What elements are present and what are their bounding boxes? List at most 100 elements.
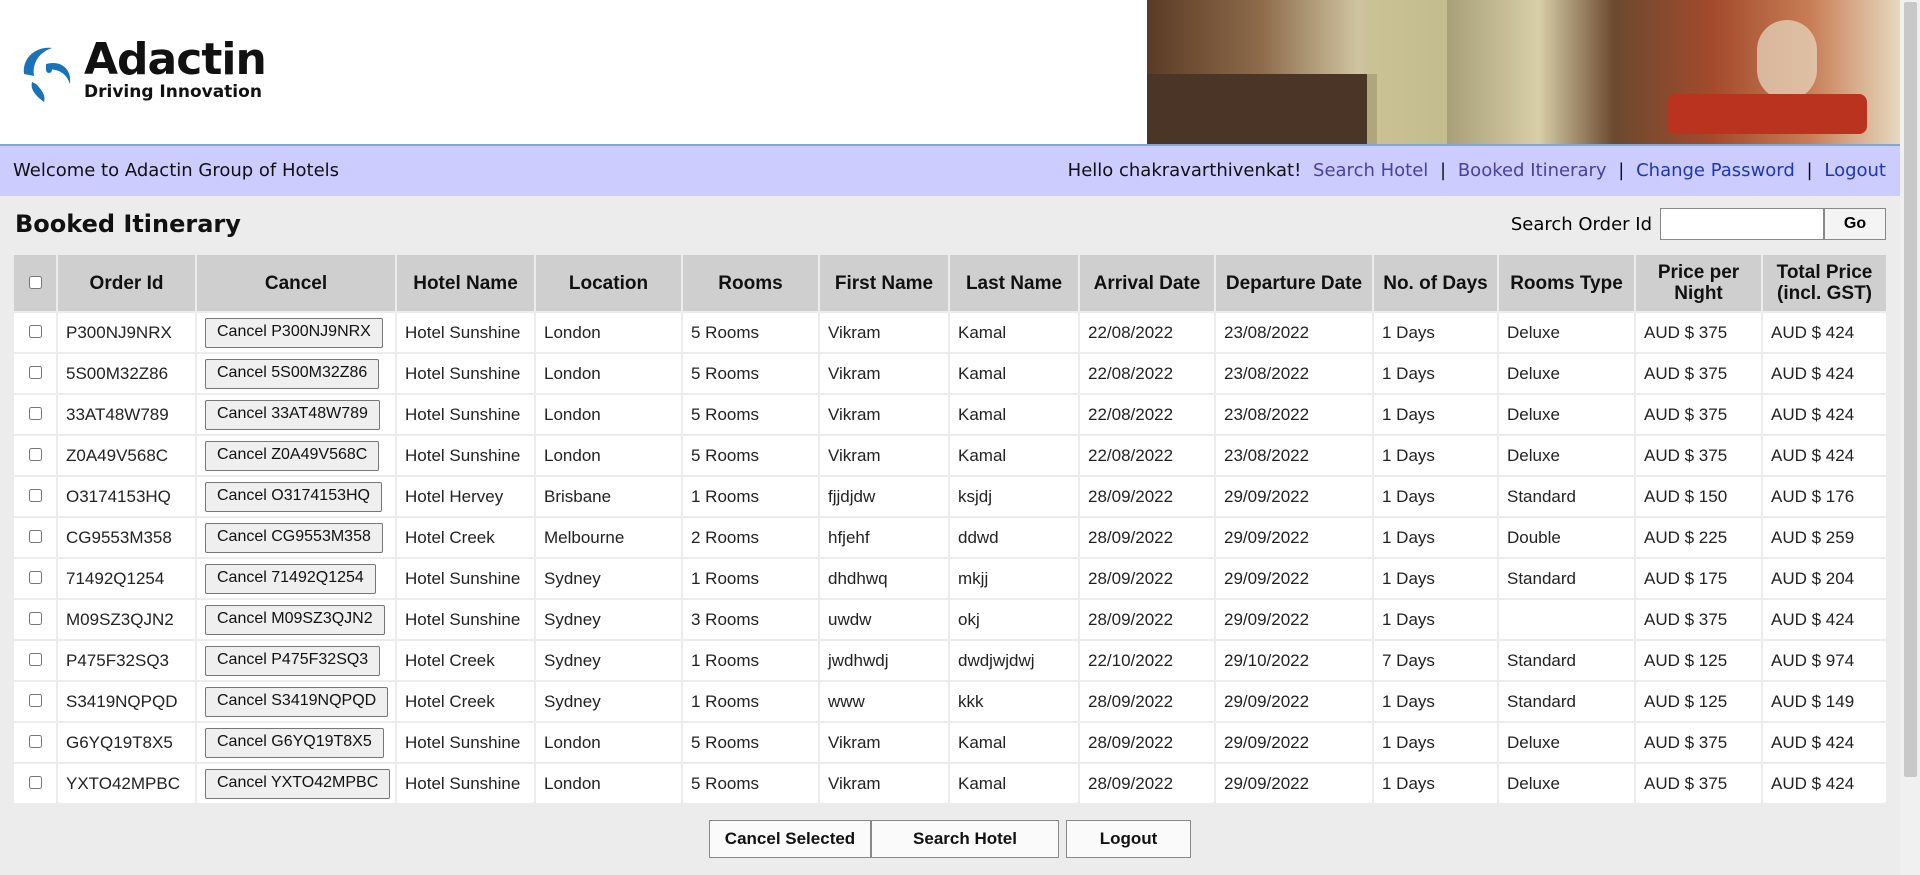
last-name-cell: kkk (949, 681, 1080, 723)
cancel-cell: Cancel P300NJ9NRX (196, 312, 397, 354)
price-per-night-cell: AUD $ 375 (1635, 599, 1763, 641)
departure-date-cell: 29/09/2022 (1215, 558, 1374, 600)
hotel-name-cell: Hotel Sunshine (396, 722, 536, 764)
search-go-button[interactable]: Go (1824, 208, 1886, 240)
row-select-cell (14, 435, 58, 477)
cancel-order-button[interactable]: Cancel YXTO42MPBC (205, 768, 391, 799)
nav-logout-link[interactable]: Logout (1824, 160, 1886, 181)
order-id-cell: P300NJ9NRX (57, 312, 197, 354)
row-select-checkbox[interactable] (28, 611, 42, 625)
logout-button[interactable]: Logout (1066, 820, 1191, 858)
row-select-cell (14, 640, 58, 682)
row-select-cell (14, 353, 58, 395)
col-rooms: Rooms (682, 255, 820, 313)
price-per-night-cell: AUD $ 375 (1635, 722, 1763, 764)
row-select-cell (14, 681, 58, 723)
days-cell: 1 Days (1373, 599, 1499, 641)
last-name-cell: Kamal (949, 763, 1080, 805)
hero-wall (1367, 0, 1447, 144)
nav-search-hotel-link[interactable]: Search Hotel (1313, 160, 1428, 181)
price-per-night-cell: AUD $ 125 (1635, 681, 1763, 723)
cancel-cell: Cancel S3419NQPQD (196, 681, 397, 723)
days-cell: 1 Days (1373, 435, 1499, 477)
arrival-date-cell: 28/09/2022 (1079, 517, 1216, 559)
cancel-cell: Cancel Z0A49V568C (196, 435, 397, 477)
arrival-date-cell: 28/09/2022 (1079, 722, 1216, 764)
nav-booked-itinerary-link[interactable]: Booked Itinerary (1458, 160, 1607, 181)
hotel-name-cell: Hotel Sunshine (396, 558, 536, 600)
location-cell: London (535, 435, 683, 477)
cancel-order-button[interactable]: Cancel Z0A49V568C (205, 440, 380, 471)
row-select-checkbox[interactable] (28, 406, 42, 420)
cancel-cell: Cancel P475F32SQ3 (196, 640, 397, 682)
col-first-name: First Name (819, 255, 950, 313)
row-select-checkbox[interactable] (28, 570, 42, 584)
page-scrollbar[interactable] (1900, 0, 1920, 875)
search-hotel-button[interactable]: Search Hotel (871, 820, 1059, 858)
last-name-cell: Kamal (949, 312, 1080, 354)
cancel-order-button[interactable]: Cancel M09SZ3QJN2 (205, 604, 385, 635)
col-total-price: Total Price (incl. GST) (1762, 255, 1888, 313)
last-name-cell: okj (949, 599, 1080, 641)
last-name-cell: ksjdj (949, 476, 1080, 518)
rooms-cell: 5 Rooms (682, 394, 820, 436)
cancel-cell: Cancel G6YQ19T8X5 (196, 722, 397, 764)
bottom-actions: Cancel Selected Search Hotel Logout (709, 820, 1191, 858)
cancel-order-button[interactable]: Cancel 5S00M32Z86 (205, 358, 380, 389)
col-rooms-type: Rooms Type (1498, 255, 1636, 313)
cancel-cell: Cancel O3174153HQ (196, 476, 397, 518)
select-all-checkbox[interactable] (28, 275, 42, 289)
row-select-checkbox[interactable] (28, 693, 42, 707)
hotel-name-cell: Hotel Sunshine (396, 763, 536, 805)
price-per-night-cell: AUD $ 375 (1635, 312, 1763, 354)
departure-date-cell: 23/08/2022 (1215, 353, 1374, 395)
row-select-checkbox[interactable] (28, 365, 42, 379)
first-name-cell: dhdhwq (819, 558, 950, 600)
departure-date-cell: 23/08/2022 (1215, 394, 1374, 436)
cancel-selected-button[interactable]: Cancel Selected (709, 820, 871, 858)
cancel-order-button[interactable]: Cancel G6YQ19T8X5 (205, 727, 384, 758)
price-per-night-cell: AUD $ 225 (1635, 517, 1763, 559)
row-select-checkbox[interactable] (28, 775, 42, 789)
rooms-cell: 5 Rooms (682, 722, 820, 764)
room-type-cell: Deluxe (1498, 353, 1636, 395)
brand-logo[interactable]: Adactin Driving Innovation (18, 34, 288, 106)
row-select-checkbox[interactable] (28, 488, 42, 502)
cancel-order-button[interactable]: Cancel P300NJ9NRX (205, 317, 383, 348)
row-select-checkbox[interactable] (28, 529, 42, 543)
days-cell: 1 Days (1373, 517, 1499, 559)
nav-change-password-link[interactable]: Change Password (1636, 160, 1795, 181)
arrival-date-cell: 28/09/2022 (1079, 681, 1216, 723)
table-row: M09SZ3QJN2 Cancel M09SZ3QJN2 Hotel Sunshin… (14, 599, 1888, 641)
total-price-cell: AUD $ 974 (1762, 640, 1888, 682)
cancel-order-button[interactable]: Cancel S3419NQPQD (205, 686, 389, 717)
first-name-cell: Vikram (819, 435, 950, 477)
cancel-order-button[interactable]: Cancel O3174153HQ (205, 481, 382, 512)
row-select-checkbox[interactable] (28, 447, 42, 461)
departure-date-cell: 29/09/2022 (1215, 681, 1374, 723)
total-price-cell: AUD $ 424 (1762, 722, 1888, 764)
adactin-swirl-icon (23, 47, 71, 102)
col-last-name: Last Name (949, 255, 1080, 313)
row-select-checkbox[interactable] (28, 652, 42, 666)
search-order-input[interactable] (1660, 208, 1824, 240)
row-select-checkbox[interactable] (28, 734, 42, 748)
order-search: Search Order Id Go (1511, 208, 1886, 240)
table-row: S3419NQPQD Cancel S3419NQPQD Hotel Creek Sy… (14, 681, 1888, 723)
departure-date-cell: 23/08/2022 (1215, 312, 1374, 354)
total-price-cell: AUD $ 204 (1762, 558, 1888, 600)
cancel-order-button[interactable]: Cancel CG9553M358 (205, 522, 383, 553)
scrollbar-thumb[interactable] (1904, 2, 1917, 777)
itinerary-table: Order Id Cancel Hotel Name Location Room… (14, 255, 1888, 805)
cancel-order-button[interactable]: Cancel 33AT48W789 (205, 399, 380, 430)
cancel-order-button[interactable]: Cancel 71492Q1254 (205, 563, 376, 594)
location-cell: Sydney (535, 558, 683, 600)
first-name-cell: hfjehf (819, 517, 950, 559)
row-select-checkbox[interactable] (28, 324, 42, 338)
departure-date-cell: 29/10/2022 (1215, 640, 1374, 682)
row-select-cell (14, 517, 58, 559)
row-select-cell (14, 312, 58, 354)
cancel-order-button[interactable]: Cancel P475F32SQ3 (205, 645, 381, 676)
days-cell: 1 Days (1373, 394, 1499, 436)
total-price-cell: AUD $ 259 (1762, 517, 1888, 559)
